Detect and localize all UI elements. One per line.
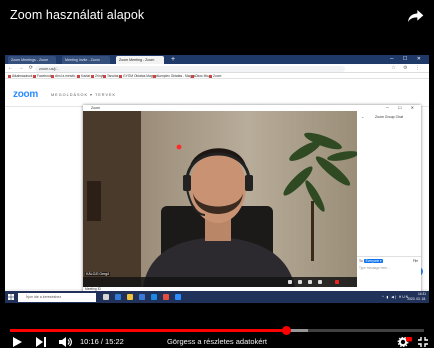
zoom-logo[interactable]: zoom [13, 89, 38, 100]
tray-icons[interactable]: ^ ▮ ◀) [382, 295, 397, 299]
window-controls[interactable]: ─ ☐ ✕ [390, 55, 425, 64]
task-view-icon[interactable] [103, 294, 109, 300]
scrubber-handle[interactable] [282, 326, 292, 335]
url-input[interactable]: zoom.us/j/... [35, 65, 345, 72]
system-tray[interactable]: ^ ▮ ◀) HUN [382, 291, 409, 303]
chat-title: Zoom Group Chat [374, 115, 403, 119]
browser-tab-active[interactable]: Zoom Meeting - Zoom [116, 56, 164, 64]
participants-icon[interactable] [318, 280, 322, 284]
meeting-controls [83, 277, 357, 287]
edge-icon[interactable] [115, 294, 121, 300]
chat-file-button[interactable]: File [413, 259, 418, 263]
leave-icon[interactable] [335, 280, 339, 284]
chat-recipient[interactable]: To: Everyone ▾ [359, 259, 384, 263]
zoom-app-icon[interactable] [175, 294, 181, 300]
share-icon[interactable] [408, 9, 424, 23]
browser-tab[interactable]: Meeting Invite - Zoom [62, 56, 110, 64]
chapter-hint[interactable]: Görgess a részletes adatokért [167, 337, 267, 346]
video-title[interactable]: Zoom használati alapok [10, 8, 144, 22]
chat-panel: ⌄ Zoom Group Chat To: Everyone ▾ File Ty… [357, 111, 421, 295]
nav-buttons[interactable]: ← → ⟳ [8, 64, 35, 73]
chat-input[interactable]: Type message here... [359, 266, 390, 270]
settings-icon[interactable] [397, 337, 412, 347]
taskbar-clock[interactable]: 14:31 2020. 03. 18. [407, 292, 426, 302]
chat-to-label: To: [359, 259, 364, 263]
camera-icon[interactable] [298, 280, 302, 284]
chrome-icon[interactable] [163, 294, 169, 300]
store-icon[interactable] [139, 294, 145, 300]
file-explorer-icon[interactable] [127, 294, 133, 300]
progress-fill [10, 329, 287, 332]
screen-capture: Zoom Meetings - Zoom Meeting Invite - Zo… [5, 55, 429, 303]
extension-icons[interactable]: ☆ ⚙ ⋮ [391, 64, 423, 73]
share-screen-icon[interactable] [308, 280, 312, 284]
browser-tab[interactable]: Zoom Meetings - Zoom [8, 56, 56, 64]
seek-bar[interactable] [10, 326, 424, 335]
zoom-website: zoom MEGOLDÁSOK ▾ TERVEK Zoom Info Vissz… [5, 79, 429, 295]
chat-recipient-select[interactable]: Everyone ▾ [364, 259, 384, 263]
taskbar-search-input[interactable]: Írjon ide a kereséshez [18, 292, 96, 302]
time-display: 10:16 / 15:22 [80, 337, 124, 347]
fullscreen-icon[interactable] [418, 337, 428, 347]
clock-date: 2020. 03. 18. [407, 297, 426, 301]
mute-icon[interactable] [288, 280, 292, 284]
new-tab-button[interactable]: + [171, 55, 175, 64]
browser-tab-bar: Zoom Meetings - Zoom Meeting Invite - Zo… [5, 55, 429, 64]
windows-start-icon[interactable] [8, 294, 14, 300]
address-bar: ← → ⟳ zoom.us/j/... ☆ ⚙ ⋮ [5, 64, 429, 73]
volume-icon[interactable] [59, 337, 72, 347]
video-player[interactable]: Zoom használati alapok Zoom Meetings - Z… [0, 0, 434, 348]
play-icon[interactable] [12, 337, 22, 347]
webcam-frame [83, 111, 357, 287]
divider [357, 256, 421, 257]
windows-taskbar: Írjon ide a kereséshez ^ ▮ ◀) HUN 14:31 … [5, 291, 429, 303]
current-time: 10:16 [80, 337, 99, 346]
duration: 15:22 [105, 337, 124, 346]
next-icon[interactable] [36, 337, 46, 347]
participant-name: KÁLOZI Gergő [85, 272, 111, 276]
participant-video[interactable]: KÁLOZI Gergő [83, 111, 357, 287]
zoom-meeting-window: Zoom ─ ☐ ✕ KÁLOZI Gergő ⌄ Zoom Group Cha… [83, 105, 421, 295]
zoom-nav[interactable]: MEGOLDÁSOK ▾ TERVEK [51, 92, 116, 97]
mail-icon[interactable] [151, 294, 157, 300]
